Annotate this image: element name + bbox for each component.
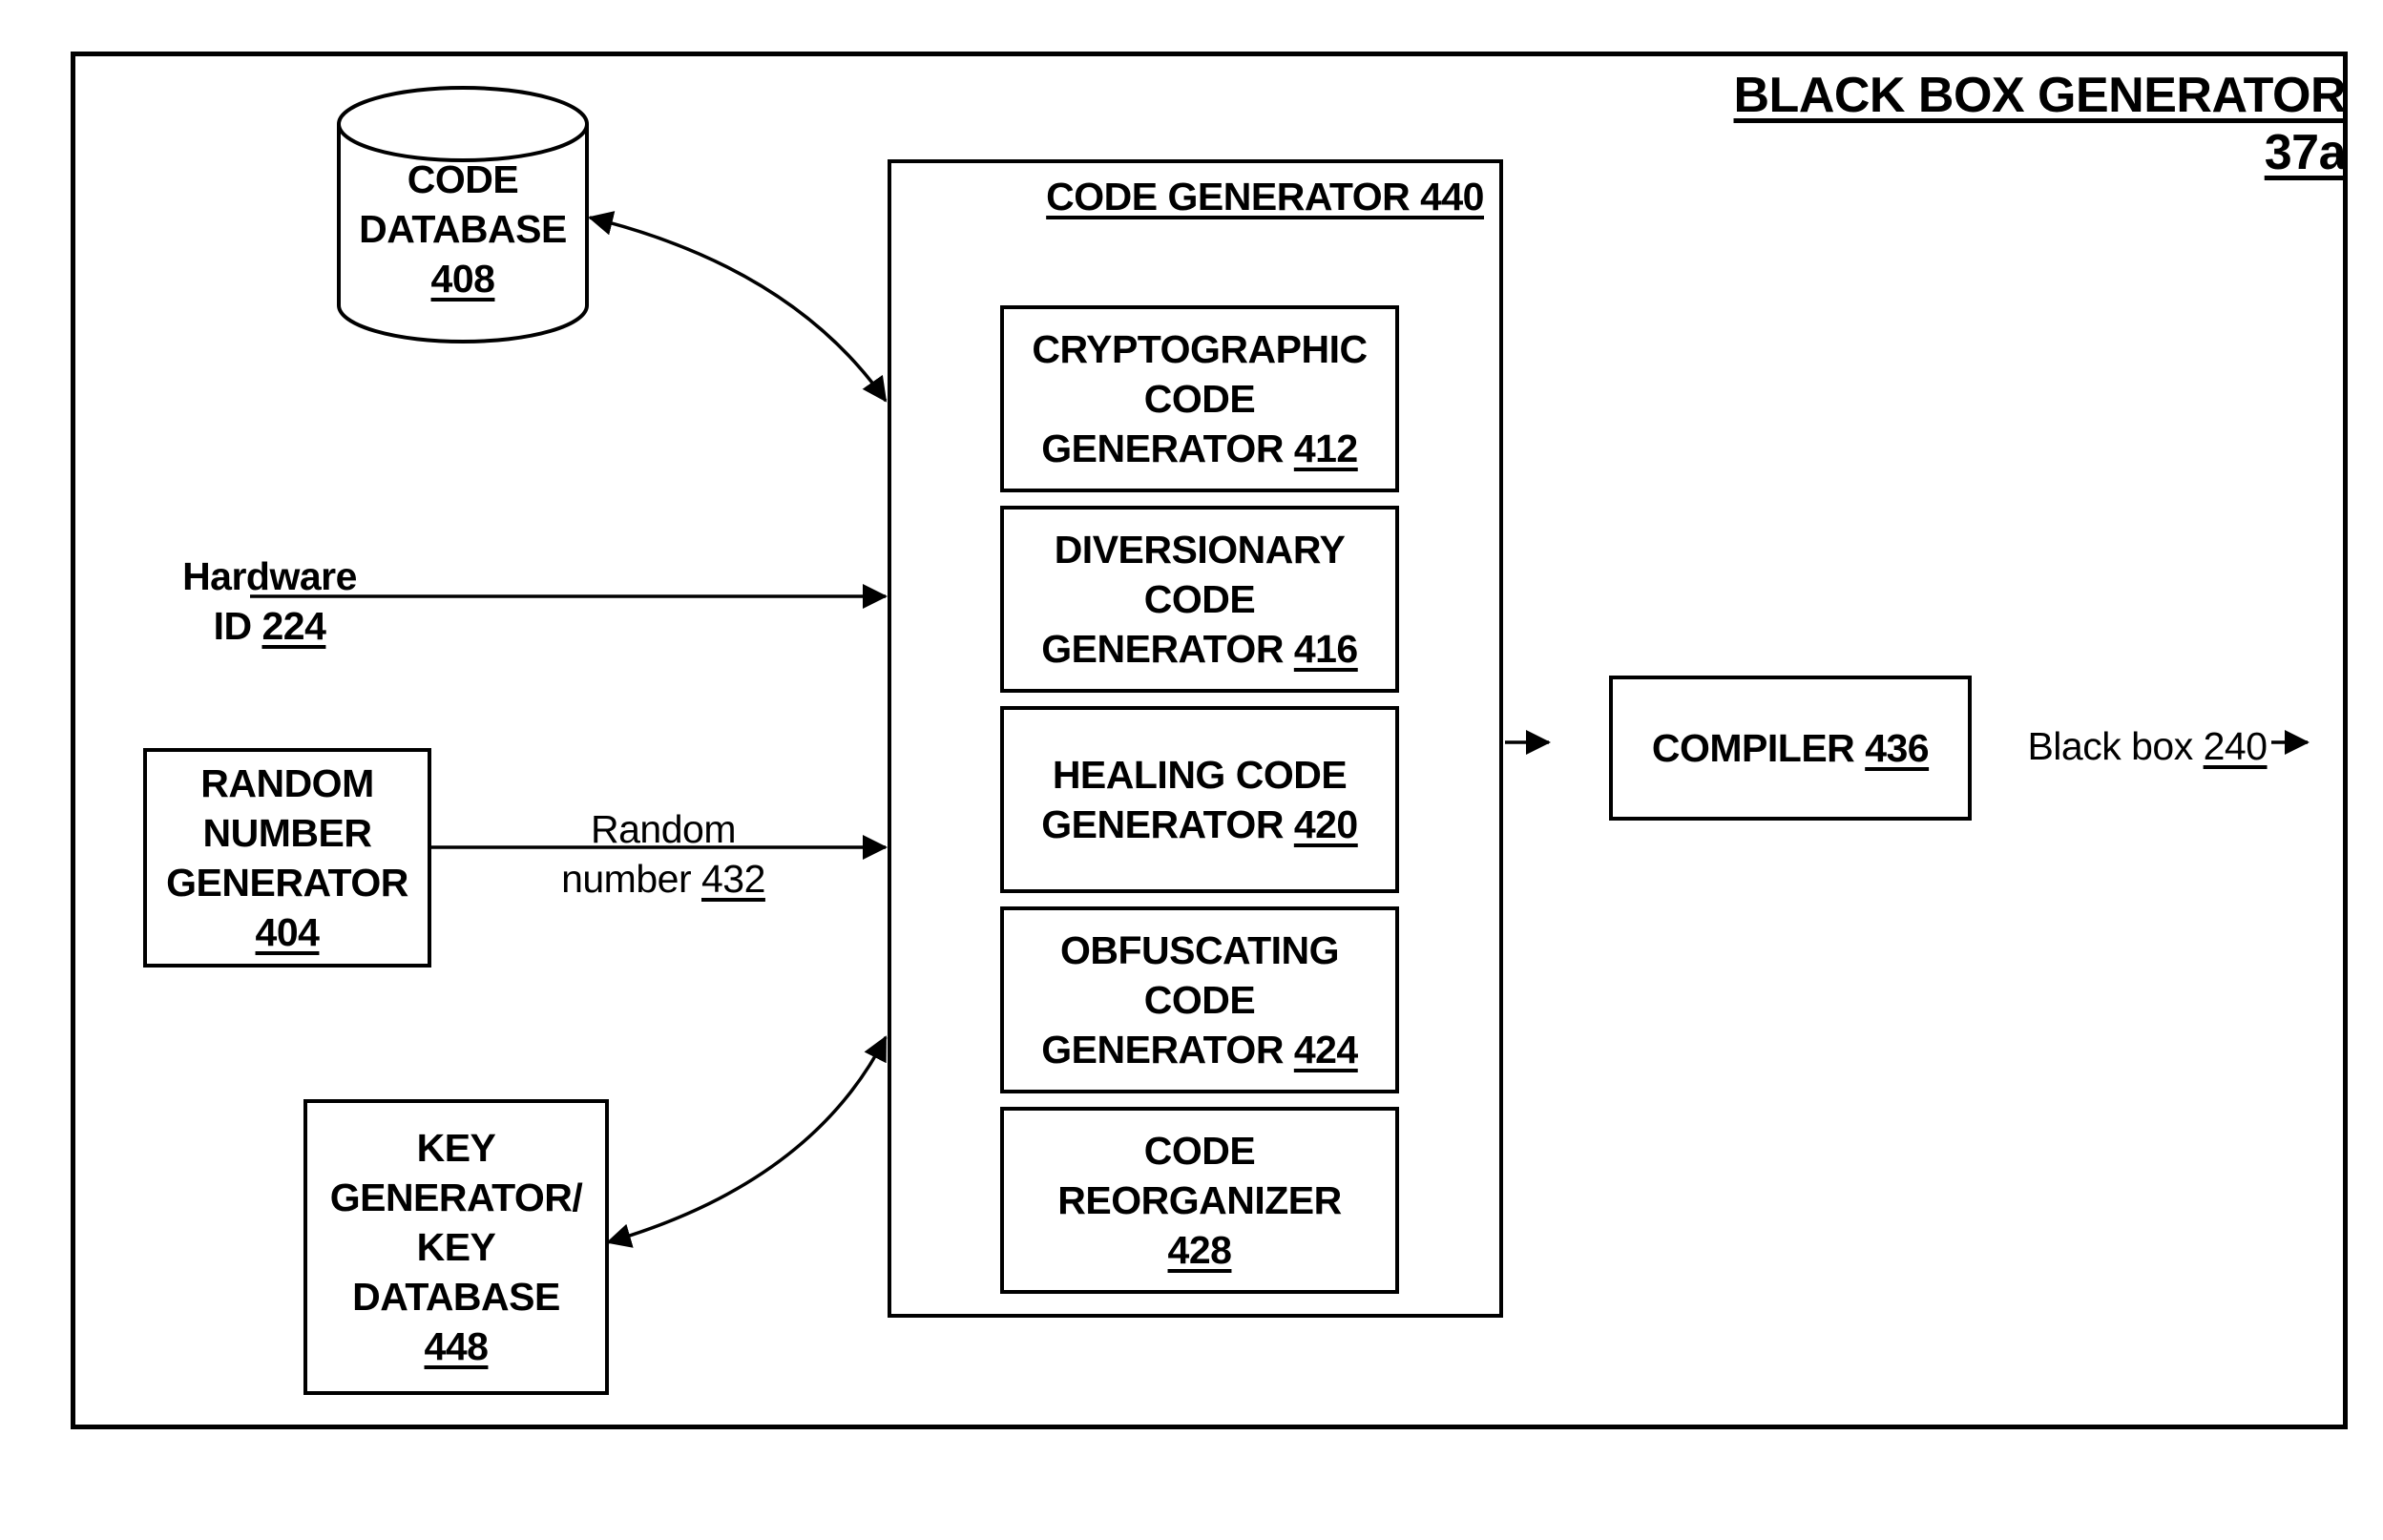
diversionary-code-generator: DIVERSIONARY CODE GENERATOR 416 bbox=[1000, 506, 1399, 693]
key-generator-key-database: KEY GENERATOR/ KEY DATABASE 448 bbox=[303, 1099, 609, 1395]
cryptographic-code-generator: CRYPTOGRAPHIC CODE GENERATOR 412 bbox=[1000, 305, 1399, 492]
code-database-label: CODE DATABASE 408 bbox=[359, 157, 567, 301]
healing-code-generator: HEALING CODE GENERATOR 420 bbox=[1000, 706, 1399, 893]
random-number-label: Random number 432 bbox=[561, 807, 765, 901]
obfuscating-code-generator: OBFUSCATING CODE GENERATOR 424 bbox=[1000, 906, 1399, 1093]
compiler: COMPILER 436 bbox=[1609, 676, 1972, 821]
code-generator-title: CODE GENERATOR 440 bbox=[1046, 175, 1484, 219]
code-reorganizer: CODE REORGANIZER 428 bbox=[1000, 1107, 1399, 1294]
black-box-output-label: Black box 240 bbox=[2027, 724, 2268, 768]
hardware-id-label: Hardware ID 224 bbox=[182, 554, 357, 648]
random-number-generator: RANDOM NUMBER GENERATOR 404 bbox=[143, 748, 431, 968]
diagram-title: BLACK BOX GENERATOR 37a bbox=[1733, 68, 2347, 180]
code-database-ref: 408 bbox=[430, 257, 495, 301]
